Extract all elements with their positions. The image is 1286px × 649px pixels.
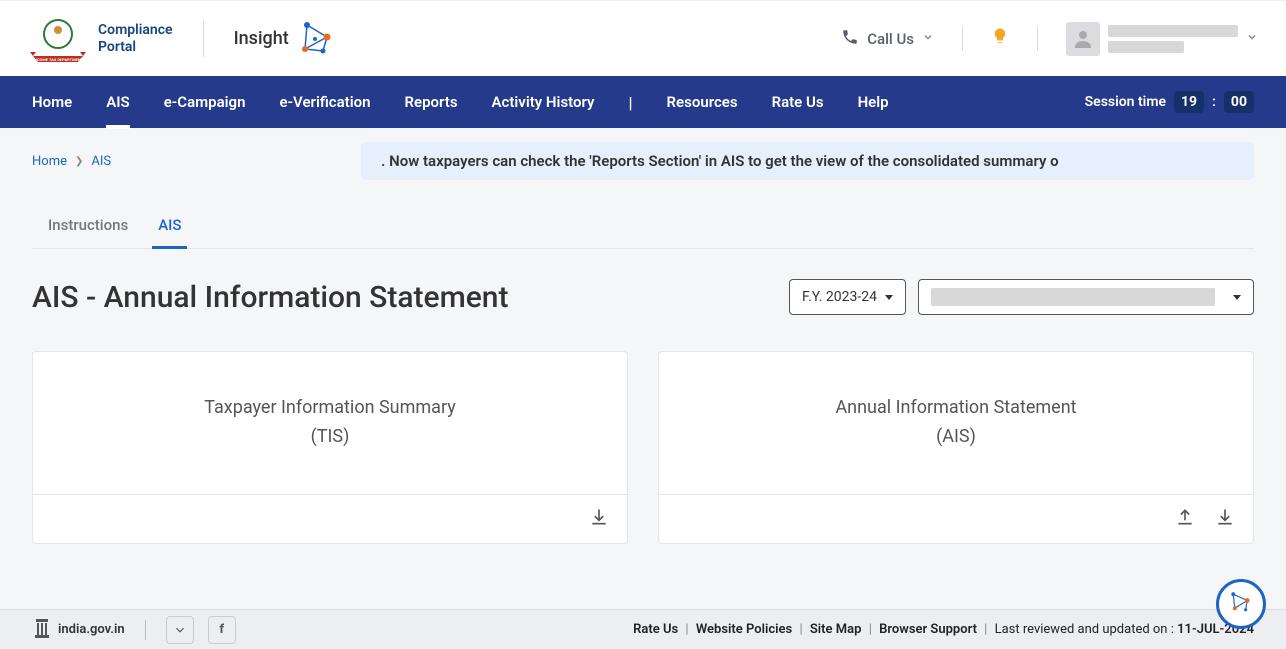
emblem-icon: INCOME TAX DEPARTMENT <box>28 14 88 64</box>
logo-area[interactable]: INCOME TAX DEPARTMENT Compliance Portal <box>28 14 173 64</box>
footer-support[interactable]: Browser Support <box>879 622 977 637</box>
cards: Taxpayer Information Summary (TIS) Annua… <box>32 351 1254 544</box>
page-title: AIS - Annual Information Statement <box>32 280 508 315</box>
footer-left: india.gov.in f <box>32 616 236 644</box>
pan-select[interactable] <box>918 279 1254 315</box>
nav-activity[interactable]: Activity History <box>492 79 595 125</box>
title-row: AIS - Annual Information Statement F.Y. … <box>32 279 1254 315</box>
download-icon[interactable] <box>589 507 609 531</box>
emblem-small-icon <box>32 617 52 643</box>
insight-label: Insight <box>234 28 289 49</box>
avatar-icon <box>1066 22 1100 56</box>
header-divider-3 <box>1037 27 1038 51</box>
india-gov-label: india.gov.in <box>58 622 125 637</box>
header-divider-2 <box>962 27 963 51</box>
card-tis-title: Taxpayer Information Summary (TIS) <box>204 394 455 452</box>
card-ais-line2: (AIS) <box>835 423 1076 452</box>
nav-separator: | <box>628 93 632 112</box>
selectors: F.Y. 2023-24 <box>789 279 1254 315</box>
insight-logo[interactable]: Insight <box>234 19 335 59</box>
card-tis-line1: Taxpayer Information Summary <box>204 394 455 423</box>
nav-home[interactable]: Home <box>32 79 72 125</box>
tab-ais[interactable]: AIS <box>158 204 181 248</box>
chevron-right-icon: ❯ <box>75 156 83 167</box>
pan-select-value <box>931 288 1215 306</box>
fy-select-value: F.Y. 2023-24 <box>802 289 877 305</box>
footer-right: Rate Us | Website Policies | Site Map | … <box>633 622 1254 637</box>
session-min: 19 <box>1174 91 1204 113</box>
card-ais: Annual Information Statement (AIS) <box>658 351 1254 544</box>
header: INCOME TAX DEPARTMENT Compliance Portal … <box>0 0 1286 76</box>
nav-ais[interactable]: AIS <box>106 79 129 125</box>
facebook-icon[interactable]: f <box>208 616 236 644</box>
fy-select[interactable]: F.Y. 2023-24 <box>789 279 906 315</box>
footer-rate-us[interactable]: Rate Us <box>633 622 678 637</box>
nav-rateus[interactable]: Rate Us <box>772 79 824 125</box>
chat-network-icon <box>1227 588 1255 620</box>
breadcrumb: Home ❯ AIS <box>32 154 111 169</box>
header-right: Call Us <box>841 22 1258 56</box>
card-ais-body[interactable]: Annual Information Statement (AIS) <box>659 352 1253 494</box>
nav-items: Home AIS e-Campaign e-Verification Repor… <box>32 79 889 125</box>
insight-network-icon <box>299 19 335 59</box>
nav-resources[interactable]: Resources <box>667 79 738 125</box>
footer: india.gov.in f Rate Us | Website Policie… <box>0 609 1286 649</box>
upload-icon[interactable] <box>1175 507 1195 531</box>
footer-policies[interactable]: Website Policies <box>696 622 792 637</box>
nav-help[interactable]: Help <box>858 79 889 125</box>
call-us-label: Call Us <box>867 30 914 48</box>
footer-divider <box>145 620 146 640</box>
svg-text:INCOME TAX DEPARTMENT: INCOME TAX DEPARTMENT <box>33 57 84 62</box>
card-tis-line2: (TIS) <box>204 423 455 452</box>
tabs: Instructions AIS <box>32 204 1254 249</box>
phone-icon <box>841 28 859 50</box>
nav-everification[interactable]: e-Verification <box>279 79 370 125</box>
card-tis-footer <box>33 494 627 543</box>
card-ais-title: Annual Information Statement (AIS) <box>835 394 1076 452</box>
breadcrumb-row: Home ❯ AIS . Now taxpayers can check the… <box>32 128 1254 180</box>
chat-button[interactable] <box>1216 579 1266 629</box>
download-icon[interactable] <box>1215 507 1235 531</box>
card-tis: Taxpayer Information Summary (TIS) <box>32 351 628 544</box>
breadcrumb-ais[interactable]: AIS <box>91 154 111 169</box>
call-us-dropdown[interactable]: Call Us <box>841 28 934 50</box>
twitter-icon[interactable] <box>166 616 194 644</box>
user-name <box>1108 25 1238 53</box>
bulb-icon[interactable] <box>991 27 1009 50</box>
content: Home ❯ AIS . Now taxpayers can check the… <box>0 128 1286 544</box>
caret-down-icon <box>1233 295 1241 300</box>
marquee-banner: . Now taxpayers can check the 'Reports S… <box>361 142 1254 180</box>
chevron-down-icon <box>922 31 934 46</box>
nav-ecampaign[interactable]: e-Campaign <box>164 79 246 125</box>
session-sec: 00 <box>1224 91 1254 113</box>
chevron-down-icon <box>1246 31 1258 46</box>
breadcrumb-home[interactable]: Home <box>32 154 67 169</box>
card-ais-line1: Annual Information Statement <box>835 394 1076 423</box>
card-tis-body[interactable]: Taxpayer Information Summary (TIS) <box>33 352 627 494</box>
header-left: INCOME TAX DEPARTMENT Compliance Portal … <box>28 14 335 64</box>
portal-name: Compliance Portal <box>98 22 173 56</box>
session-label: Session time <box>1085 94 1166 110</box>
india-gov-link[interactable]: india.gov.in <box>32 617 125 643</box>
footer-sitemap[interactable]: Site Map <box>810 622 862 637</box>
caret-down-icon <box>885 295 893 300</box>
navbar: Home AIS e-Campaign e-Verification Repor… <box>0 76 1286 128</box>
card-ais-footer <box>659 494 1253 543</box>
nav-reports[interactable]: Reports <box>404 79 457 125</box>
tab-instructions[interactable]: Instructions <box>48 204 128 248</box>
user-menu[interactable] <box>1066 22 1258 56</box>
header-divider <box>203 21 204 57</box>
footer-reviewed-label: Last reviewed and updated on : <box>995 622 1178 637</box>
session-timer: Session time 19 : 00 <box>1085 91 1254 113</box>
